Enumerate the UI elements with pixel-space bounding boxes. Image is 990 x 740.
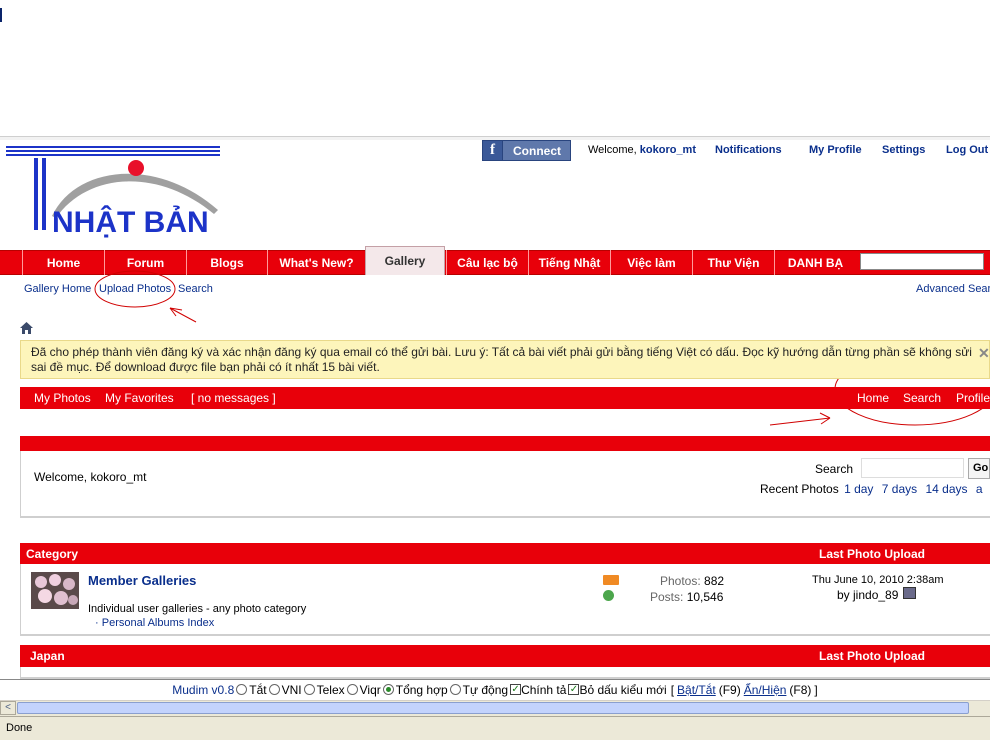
radio-tat[interactable] <box>236 684 248 695</box>
gallery-search-input[interactable] <box>861 458 964 478</box>
photos-label: Photos: <box>660 574 701 588</box>
welcome-message: Welcome, kokoro_mt <box>34 470 147 484</box>
radio-vni[interactable] <box>268 684 280 695</box>
photos-value: 882 <box>704 574 725 588</box>
personal-albums-link[interactable]: · Personal Albums Index <box>95 617 214 629</box>
radio-tong-hop[interactable] <box>382 684 394 695</box>
my-profile-link[interactable]: My Profile <box>809 144 862 156</box>
facebook-connect-button[interactable]: f Connect <box>482 140 571 161</box>
photos-count: Photos: 882 <box>660 574 724 588</box>
checkbox-bo-dau-kieu-moi[interactable]: ✓ <box>568 684 580 695</box>
recent-14-days-link[interactable]: 14 days <box>925 482 967 496</box>
bat-tat-key: (F9) <box>718 682 741 697</box>
scroll-left-button[interactable]: < <box>0 701 16 715</box>
checkbox-chinh-ta-label: Chính tả <box>521 682 567 697</box>
last-upload-user[interactable]: by jindo_89 <box>837 588 898 602</box>
radio-tu-dong[interactable] <box>449 684 461 695</box>
page-top-blank <box>0 0 990 136</box>
category-thumbnail[interactable] <box>31 572 79 609</box>
rss-icon[interactable] <box>603 575 619 585</box>
browser-status-bar: Done <box>0 716 990 740</box>
radio-telex-label: Telex <box>316 682 345 697</box>
radio-vni-label: VNI <box>281 682 302 697</box>
facebook-icon: f <box>483 141 503 160</box>
recent-photos-label: Recent Photos <box>760 482 839 496</box>
welcome-box-header <box>20 436 990 451</box>
last-photo-thumb-icon[interactable] <box>903 587 916 599</box>
search-label: Search <box>815 462 854 476</box>
recent-photos-row: Recent Photos 1 day 7 days 14 days a <box>760 482 983 496</box>
radio-viqr[interactable] <box>346 684 358 695</box>
go-button[interactable]: Go <box>968 458 990 479</box>
member-galleries-link[interactable]: Member Galleries <box>88 573 196 588</box>
site-notice: Đã cho phép thành viên đăng ký và xác nh… <box>20 340 990 379</box>
logo-text: NHẬT BẢN <box>52 205 209 239</box>
an-hien-link[interactable]: Ẩn/Hiện <box>744 683 787 697</box>
site-logo[interactable]: NHẬT BẢN <box>6 158 222 240</box>
japan-row-partial <box>20 667 990 679</box>
recent-1-day-link[interactable]: 1 day <box>844 482 873 496</box>
welcome-username[interactable]: kokoro_mt <box>640 144 696 156</box>
japan-last-upload-label: Last Photo Upload <box>819 649 925 663</box>
status-text: Done <box>6 722 33 734</box>
recent-all-link[interactable]: a <box>976 482 983 496</box>
posts-value: 10,546 <box>686 590 724 604</box>
toggle-open-bracket: [ <box>670 682 675 697</box>
messages-link[interactable]: [ no messages ] <box>191 391 276 405</box>
my-favorites-link[interactable]: My Favorites <box>105 391 174 405</box>
toggle-close-bracket: ] <box>814 682 818 697</box>
welcome-prefix: Welcome, <box>588 144 637 156</box>
gallery-search-tab[interactable]: Search <box>903 391 941 405</box>
posts-count: Posts: 10,546 <box>650 590 723 604</box>
home-icon[interactable] <box>20 322 33 334</box>
recent-7-days-link[interactable]: 7 days <box>882 482 917 496</box>
connect-label: Connect <box>513 143 561 158</box>
radio-tong-hop-label: Tổng hợp <box>395 682 448 697</box>
my-photos-link[interactable]: My Photos <box>34 391 91 405</box>
category-header-label: Category <box>26 547 79 561</box>
gallery-home-tab[interactable]: Home <box>857 391 889 405</box>
radio-tat-label: Tắt <box>249 682 267 697</box>
member-galleries-description: Individual user galleries - any photo ca… <box>88 603 307 615</box>
an-hien-key: (F8) <box>789 682 812 697</box>
welcome-text: Welcome, kokoro_mt <box>588 144 696 156</box>
text-caret <box>0 8 2 22</box>
settings-link[interactable]: Settings <box>882 144 925 156</box>
close-icon[interactable]: ✕ <box>978 345 990 362</box>
notifications-link[interactable]: Notifications <box>715 144 782 156</box>
mudim-toolbar: Mudim v0.8 Tắt VNI Telex Viqr Tổng hợp T… <box>0 679 990 699</box>
radio-viqr-label: Viqr <box>359 682 381 697</box>
gallery-profile-tab[interactable]: Profile <box>956 391 990 405</box>
logout-link[interactable]: Log Out <box>946 144 988 156</box>
nav-search-input[interactable] <box>860 253 984 270</box>
checkbox-bo-dau-label: Bỏ dấu kiểu mới <box>579 682 667 697</box>
japan-header-label: Japan <box>30 649 65 663</box>
checkbox-chinh-ta[interactable]: ✓ <box>510 684 522 695</box>
last-upload-header-label: Last Photo Upload <box>819 547 925 561</box>
personal-albums-label: Personal Albums Index <box>101 617 215 629</box>
radio-telex[interactable] <box>303 684 315 695</box>
radio-tu-dong-label: Tự động <box>462 682 509 697</box>
scrollbar-thumb[interactable] <box>17 702 969 714</box>
status-ok-icon <box>603 590 614 601</box>
posts-label: Posts: <box>650 590 684 604</box>
logo-stripes <box>6 146 220 158</box>
mudim-name: Mudim v0.8 <box>172 682 235 697</box>
bat-tat-link[interactable]: Bật/Tắt <box>677 683 716 697</box>
last-upload-date: Thu June 10, 2010 2:38am <box>812 574 944 586</box>
